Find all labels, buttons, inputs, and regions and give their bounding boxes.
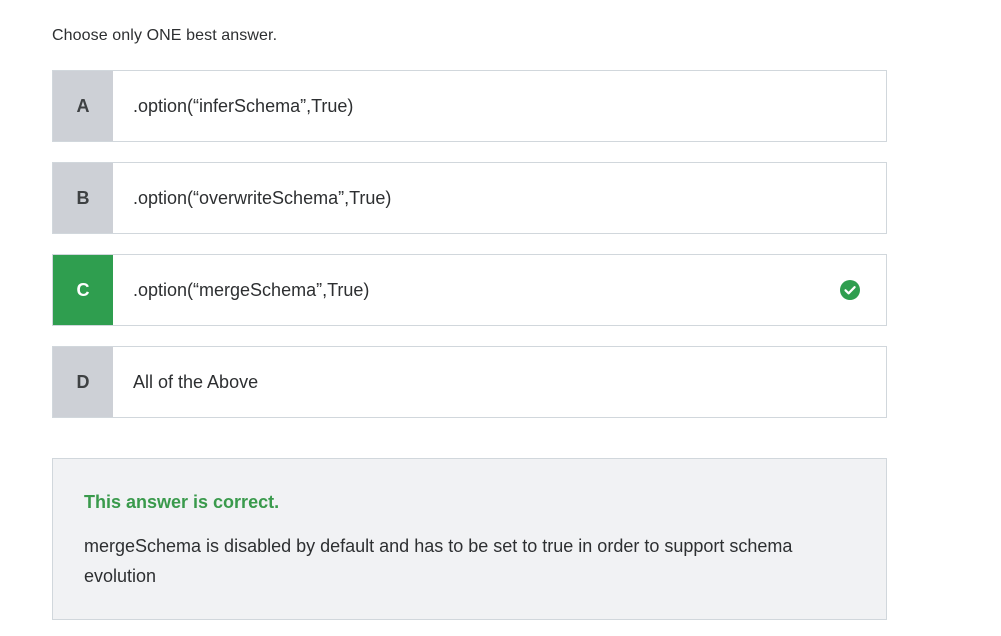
option-letter: A [53, 71, 113, 141]
option-d[interactable]: D All of the Above [52, 346, 887, 418]
question-instruction: Choose only ONE best answer. [52, 27, 278, 44]
feedback-title: This answer is correct. [84, 492, 280, 512]
answer-options: A .option(“inferSchema”,True) B .option(… [52, 70, 887, 438]
option-text: .option(“mergeSchema”,True) [133, 279, 370, 300]
option-c[interactable]: C .option(“mergeSchema”,True) [52, 254, 887, 326]
option-text: All of the Above [133, 371, 259, 392]
option-b[interactable]: B .option(“overwriteSchema”,True) [52, 162, 887, 234]
feedback-explanation: mergeSchema is disabled by default and h… [84, 536, 793, 586]
option-text: .option(“overwriteSchema”,True) [133, 187, 392, 208]
option-letter: B [53, 163, 113, 233]
option-text: .option(“inferSchema”,True) [133, 95, 354, 116]
option-letter: C [53, 255, 113, 325]
option-letter: D [53, 347, 113, 417]
option-a[interactable]: A .option(“inferSchema”,True) [52, 70, 887, 142]
answer-feedback-panel: This answer is correct. mergeSchema is d… [52, 458, 887, 620]
check-circle-icon [814, 255, 886, 325]
